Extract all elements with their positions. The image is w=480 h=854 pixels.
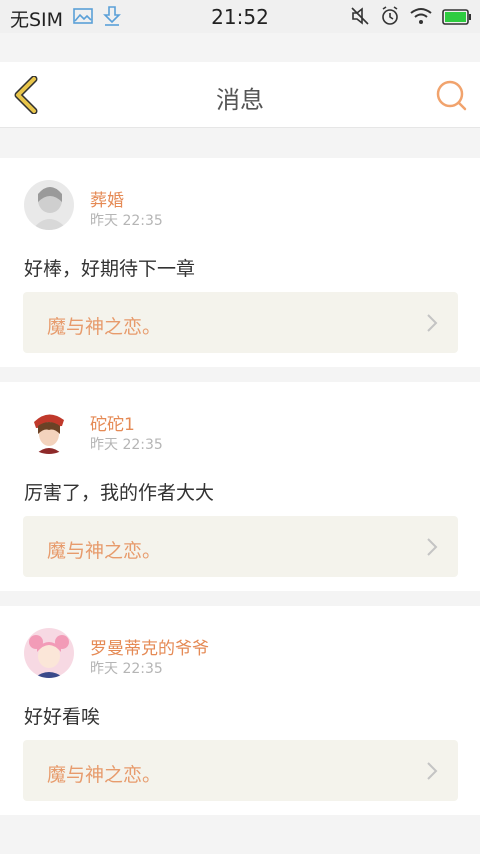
message-card[interactable]: 葬婚 昨天 22:35 好棒，好期待下一章 魔与神之恋。 bbox=[0, 158, 480, 367]
message-content: 好好看唉 bbox=[24, 706, 101, 728]
search-icon bbox=[436, 80, 467, 111]
alarm-icon bbox=[380, 6, 400, 31]
page-title: 消息 bbox=[216, 86, 264, 114]
sender-name[interactable]: 罗曼蒂克的爷爷 bbox=[90, 634, 209, 659]
work-link[interactable]: 魔与神之恋。 bbox=[23, 516, 458, 577]
work-link[interactable]: 魔与神之恋。 bbox=[23, 740, 458, 801]
work-title: 魔与神之恋。 bbox=[47, 316, 162, 338]
message-list: 葬婚 昨天 22:35 好棒，好期待下一章 魔与神之恋。 砣砣1 昨天 22:3… bbox=[0, 128, 480, 815]
message-time: 昨天 22:35 bbox=[90, 661, 163, 677]
work-title: 魔与神之恋。 bbox=[47, 540, 162, 562]
message-card[interactable]: 罗曼蒂克的爷爷 昨天 22:35 好好看唉 魔与神之恋。 bbox=[0, 606, 480, 815]
work-title: 魔与神之恋。 bbox=[47, 764, 162, 786]
message-content: 厉害了，我的作者大大 bbox=[24, 482, 215, 504]
chevron-right-icon bbox=[427, 314, 438, 332]
chevron-right-icon bbox=[427, 762, 438, 780]
navigation-header: 消息 bbox=[0, 62, 480, 128]
wifi-icon bbox=[410, 7, 432, 30]
avatar[interactable] bbox=[24, 404, 74, 454]
message-card[interactable]: 砣砣1 昨天 22:35 厉害了，我的作者大大 魔与神之恋。 bbox=[0, 382, 480, 591]
message-time: 昨天 22:35 bbox=[90, 437, 163, 453]
battery-icon bbox=[442, 8, 472, 30]
status-bar: 无SIM 21:52 bbox=[0, 0, 480, 33]
status-spacer bbox=[0, 33, 480, 62]
message-content: 好棒，好期待下一章 bbox=[24, 258, 196, 280]
list-bottom-spacer bbox=[0, 830, 480, 854]
message-time: 昨天 22:35 bbox=[90, 213, 163, 229]
sender-name[interactable]: 葬婚 bbox=[90, 186, 124, 211]
avatar[interactable] bbox=[24, 628, 74, 678]
avatar[interactable] bbox=[24, 180, 74, 230]
chevron-right-icon bbox=[427, 538, 438, 556]
mute-icon bbox=[350, 6, 370, 31]
search-button[interactable] bbox=[434, 78, 468, 112]
sender-name[interactable]: 砣砣1 bbox=[90, 410, 135, 435]
work-link[interactable]: 魔与神之恋。 bbox=[23, 292, 458, 353]
